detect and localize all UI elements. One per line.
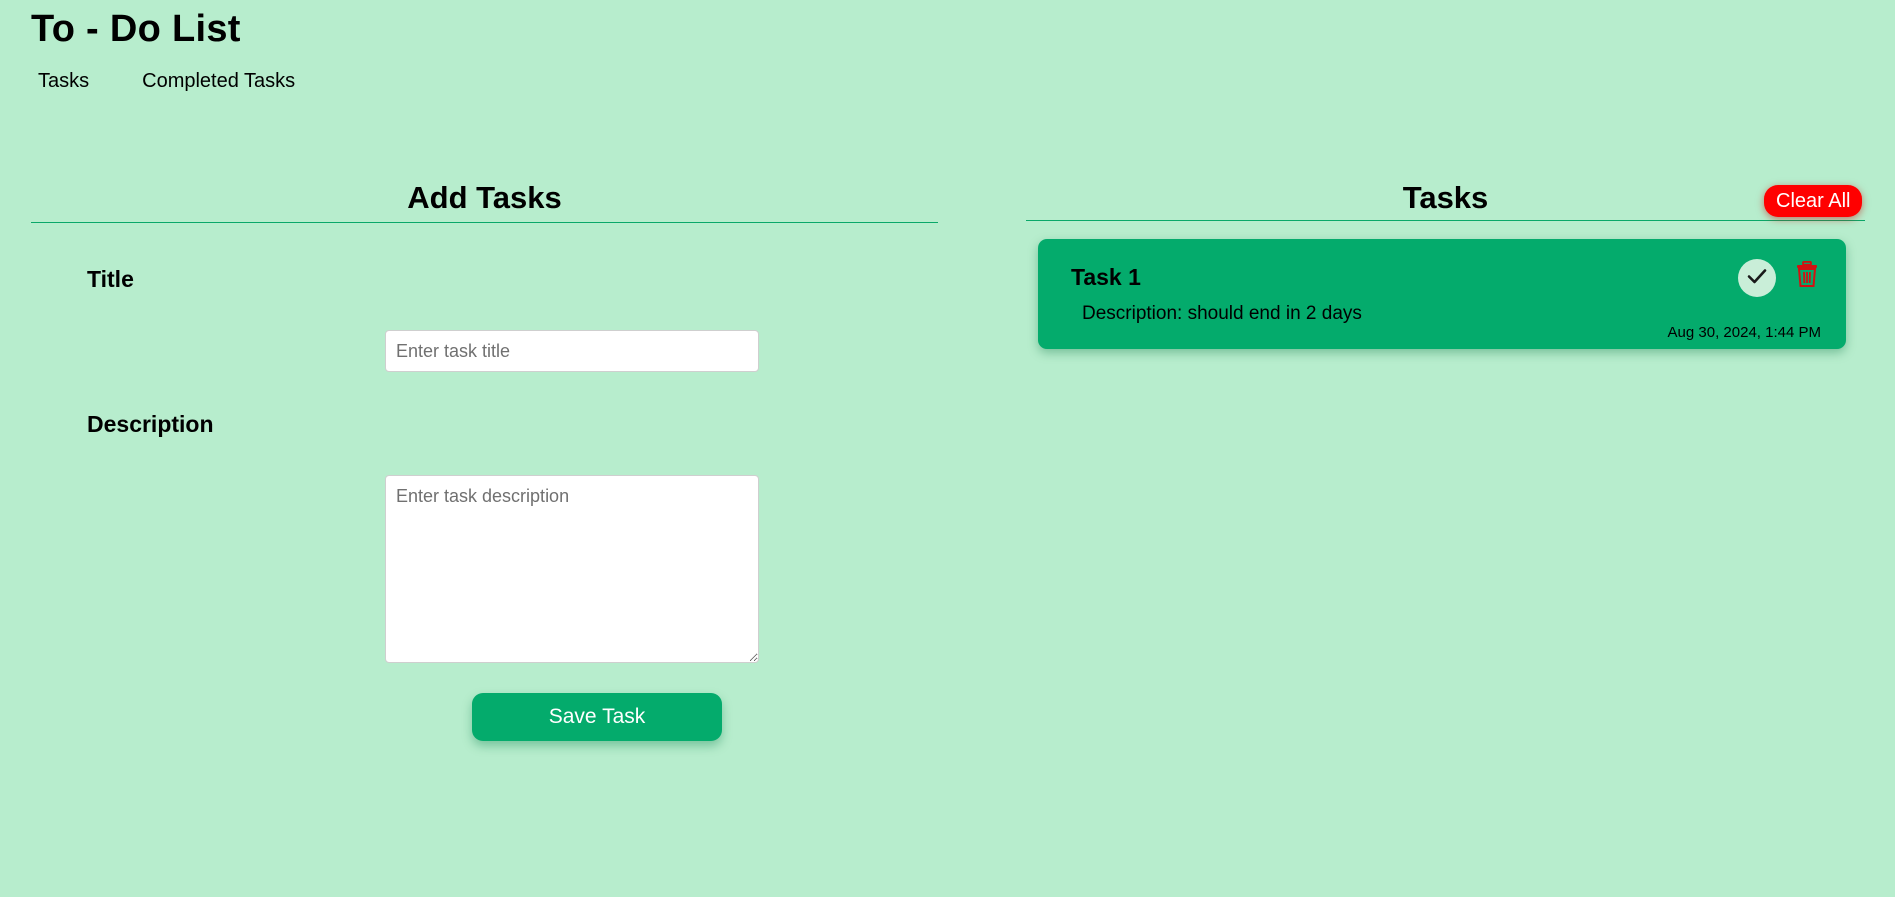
task-title-input[interactable] <box>385 330 759 372</box>
tasks-heading: Tasks <box>1026 180 1865 221</box>
nav-completed-tasks-link[interactable]: Completed Tasks <box>142 70 295 93</box>
trash-icon <box>1796 260 1818 292</box>
task-title: Task 1 <box>1071 264 1141 290</box>
complete-task-button[interactable] <box>1738 259 1776 297</box>
clear-all-button[interactable]: Clear All <box>1764 185 1863 217</box>
add-tasks-heading: Add Tasks <box>31 180 938 223</box>
add-task-panel: Add Tasks Title Description Save Task <box>31 180 938 741</box>
main-nav: Tasks Completed Tasks <box>38 70 295 93</box>
description-label: Description <box>87 411 214 437</box>
task-card: Task 1 Description: should end in 2 days… <box>1038 239 1846 349</box>
task-description: Description: should end in 2 days <box>1082 303 1362 324</box>
delete-task-button[interactable] <box>1795 260 1819 292</box>
app-title: To - Do List <box>31 8 241 50</box>
title-label: Title <box>87 266 134 292</box>
task-date: Aug 30, 2024, 1:44 PM <box>1667 324 1821 341</box>
nav-tasks-link[interactable]: Tasks <box>38 70 89 93</box>
save-task-button[interactable]: Save Task <box>472 693 722 741</box>
tasks-panel: Tasks Clear All Task 1 Description: shou… <box>1026 180 1865 349</box>
task-description-input[interactable] <box>385 475 759 663</box>
check-icon <box>1747 268 1767 289</box>
